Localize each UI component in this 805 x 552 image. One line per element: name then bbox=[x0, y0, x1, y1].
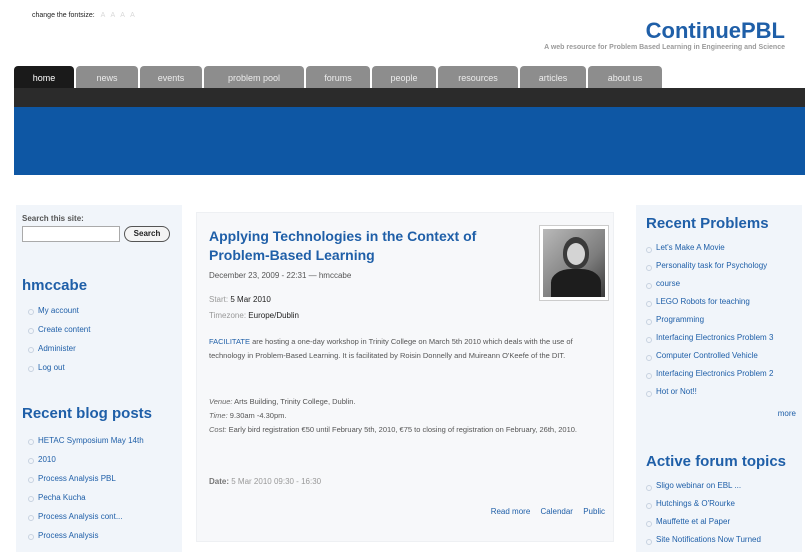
public-link[interactable]: Public bbox=[583, 507, 605, 516]
list-item[interactable]: 2010 bbox=[26, 450, 144, 469]
recent-blog-list: HETAC Symposium May 14th 2010 Process An… bbox=[26, 431, 144, 545]
post-body-link[interactable]: FACILITATE bbox=[209, 337, 250, 346]
active-forum-list: Sligo webinar on EBL ... Hutchings & O'R… bbox=[644, 477, 761, 549]
event-start: Start: 5 Mar 2010 bbox=[209, 295, 271, 304]
list-item[interactable]: Programming bbox=[644, 311, 773, 329]
search-input[interactable] bbox=[22, 226, 120, 242]
date-label: Date: bbox=[209, 477, 230, 486]
venue-label: Venue: bbox=[209, 397, 233, 406]
main-content: Applying Technologies in the Context of … bbox=[196, 212, 614, 542]
nav-bar bbox=[14, 88, 805, 107]
list-item[interactable]: Personality task for Psychology bbox=[644, 257, 773, 275]
time-label: Time: bbox=[209, 411, 228, 420]
list-item[interactable]: Pecha Kucha bbox=[26, 488, 144, 507]
site-tagline: A web resource for Problem Based Learnin… bbox=[544, 44, 785, 51]
search-button[interactable]: Search bbox=[124, 226, 170, 242]
tab-about-us[interactable]: about us bbox=[588, 66, 662, 88]
list-item[interactable]: Process Analysis PBL bbox=[26, 469, 144, 488]
timezone-label: Timezone: bbox=[209, 311, 247, 320]
post-date-author: December 23, 2009 - 22:31 — hmccabe bbox=[209, 271, 352, 280]
list-item[interactable]: Process Analysis bbox=[26, 526, 144, 545]
user-menu: My account Create content Administer Log… bbox=[26, 301, 90, 377]
header-banner bbox=[14, 107, 805, 175]
date-value: 5 Mar 2010 09:30 - 16:30 bbox=[231, 477, 322, 486]
cost-value: Early bird registration €50 until Februa… bbox=[228, 425, 578, 434]
list-item[interactable]: Interfacing Electronics Problem 3 bbox=[644, 329, 773, 347]
calendar-link[interactable]: Calendar bbox=[541, 507, 573, 516]
time-value: 9.30am -4.30pm. bbox=[229, 411, 287, 420]
tab-people[interactable]: people bbox=[372, 66, 436, 88]
tab-forums[interactable]: forums bbox=[306, 66, 370, 88]
start-value: 5 Mar 2010 bbox=[230, 295, 271, 304]
event-timezone: Timezone: Europe/Dublin bbox=[209, 311, 299, 320]
tab-problem-pool[interactable]: problem pool bbox=[204, 66, 304, 88]
user-menu-my-account[interactable]: My account bbox=[26, 301, 90, 320]
user-menu-log-out[interactable]: Log out bbox=[26, 358, 90, 377]
tab-resources[interactable]: resources bbox=[438, 66, 518, 88]
list-item[interactable]: LEGO Robots for teaching bbox=[644, 293, 773, 311]
font-size-options[interactable]: A A A A bbox=[101, 12, 137, 19]
primary-nav: home news events problem pool forums peo… bbox=[14, 66, 664, 88]
post-body-text: are hosting a one-day workshop in Trinit… bbox=[209, 337, 573, 360]
active-forum-title: Active forum topics bbox=[646, 453, 787, 470]
tab-home[interactable]: home bbox=[14, 66, 74, 88]
list-item[interactable]: Interfacing Electronics Problem 2 bbox=[644, 365, 773, 383]
site-title[interactable]: ContinuePBL bbox=[646, 18, 785, 44]
list-item[interactable]: course bbox=[644, 275, 773, 293]
post-body: FACILITATE are hosting a one-day worksho… bbox=[209, 335, 603, 363]
problems-more-link[interactable]: more bbox=[778, 409, 796, 418]
read-more-link[interactable]: Read more bbox=[491, 507, 531, 516]
recent-blog-title: Recent blog posts bbox=[22, 405, 153, 422]
tab-news[interactable]: news bbox=[76, 66, 138, 88]
tab-events[interactable]: events bbox=[140, 66, 202, 88]
post-details: Venue: Arts Building, Trinity College, D… bbox=[209, 395, 603, 437]
list-item[interactable]: Hutchings & O'Rourke bbox=[644, 495, 761, 513]
start-label: Start: bbox=[209, 295, 229, 304]
list-item[interactable]: HETAC Symposium May 14th bbox=[26, 431, 144, 450]
post-submitted: December 23, 2009 - 22:31 — hmccabe bbox=[209, 271, 351, 280]
list-item[interactable]: Let's Make A Movie bbox=[644, 239, 773, 257]
author-photo bbox=[539, 225, 609, 301]
user-menu-administer[interactable]: Administer bbox=[26, 339, 90, 358]
list-item[interactable]: Process Analysis cont... bbox=[26, 507, 144, 526]
user-menu-create-content[interactable]: Create content bbox=[26, 320, 90, 339]
font-size-control: change the fontsize: A A A A bbox=[32, 12, 137, 19]
list-item[interactable]: Mauffette et al Paper bbox=[644, 513, 761, 531]
list-item[interactable]: Computer Controlled Vehicle bbox=[644, 347, 773, 365]
right-sidebar: Recent Problems Let's Make A Movie Perso… bbox=[636, 205, 802, 552]
post-title[interactable]: Applying Technologies in the Context of … bbox=[209, 227, 521, 265]
list-item[interactable]: Sligo webinar on EBL ... bbox=[644, 477, 761, 495]
user-block-title: hmccabe bbox=[22, 277, 88, 294]
cost-label: Cost: bbox=[209, 425, 227, 434]
venue-value: Arts Building, Trinity College, Dublin. bbox=[234, 397, 356, 406]
search-label: Search this site: bbox=[22, 214, 84, 223]
tab-articles[interactable]: articles bbox=[520, 66, 586, 88]
recent-problems-title: Recent Problems bbox=[646, 215, 769, 232]
left-sidebar: Search this site: Search hmccabe My acco… bbox=[16, 205, 182, 552]
recent-problems-list: Let's Make A Movie Personality task for … bbox=[644, 239, 773, 401]
list-item[interactable]: Hot or Not!! bbox=[644, 383, 773, 401]
font-size-label: change the fontsize: bbox=[32, 12, 95, 19]
list-item[interactable]: Site Notifications Now Turned bbox=[644, 531, 761, 549]
timezone-value: Europe/Dublin bbox=[248, 311, 299, 320]
event-date: Date: 5 Mar 2010 09:30 - 16:30 bbox=[209, 477, 321, 486]
post-links: Read more Calendar Public bbox=[483, 507, 605, 516]
